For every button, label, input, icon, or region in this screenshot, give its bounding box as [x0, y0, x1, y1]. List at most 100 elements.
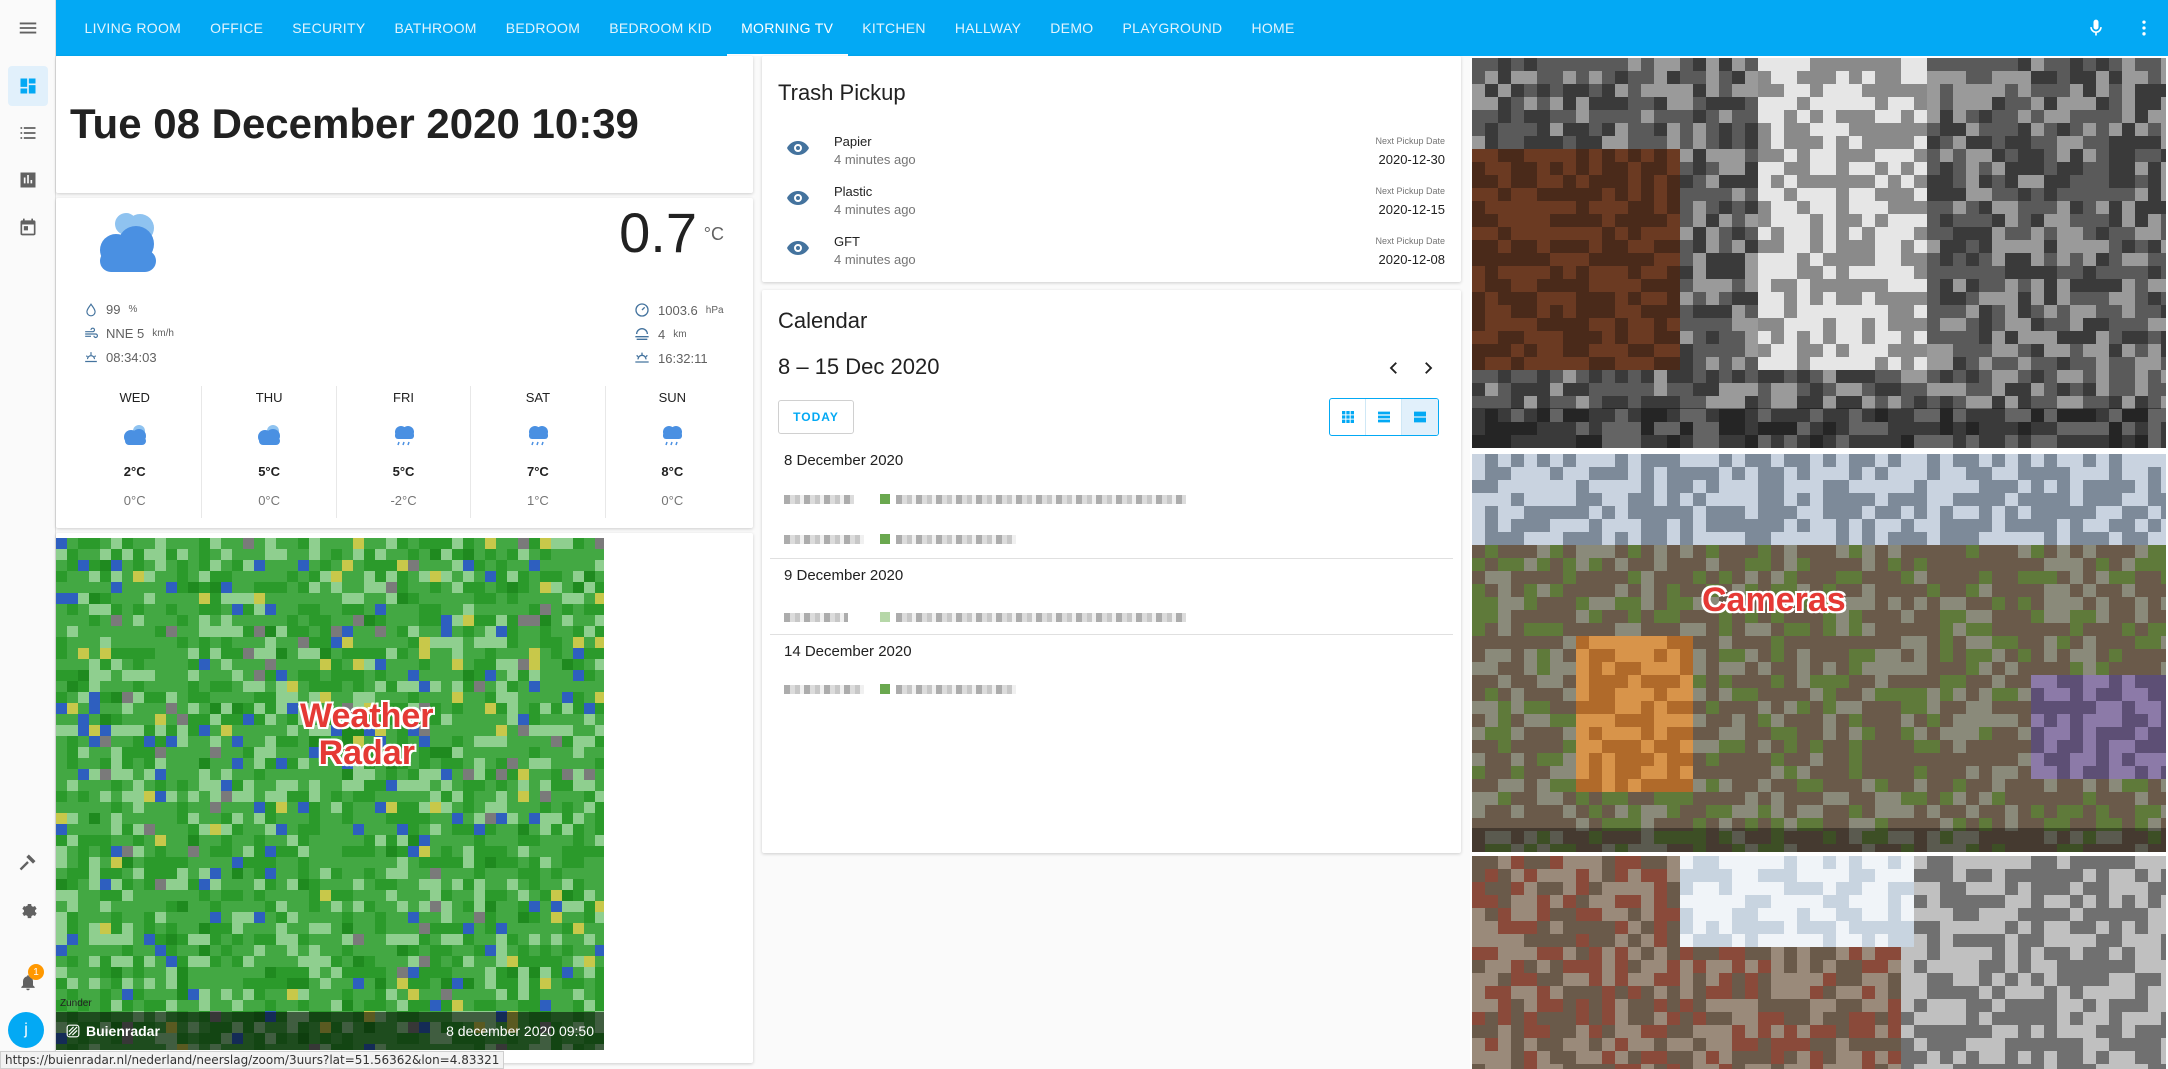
sunrise-value: 08:34:03 — [106, 350, 157, 365]
tab-hallway[interactable]: HALLWAY — [940, 0, 1035, 56]
trash-row[interactable]: GFT 4 minutes ago Next Pickup Date 2020-… — [778, 226, 1445, 274]
chevron-right-icon — [1425, 362, 1433, 374]
tab-demo[interactable]: DEMO — [1036, 0, 1108, 56]
agenda-view-icon — [1414, 411, 1426, 423]
eye-icon — [787, 241, 809, 255]
tab-office[interactable]: OFFICE — [196, 0, 278, 56]
forecast-high: 8°C — [661, 464, 684, 479]
calendar-event[interactable] — [784, 534, 1016, 544]
tab-home[interactable]: HOME — [1237, 0, 1309, 56]
event-title — [896, 534, 1016, 544]
sidebar-item-overview[interactable] — [8, 66, 48, 106]
sunset-icon — [635, 352, 649, 363]
wind-attr: NNE 5 km/h — [84, 326, 174, 341]
sidebar-item-notifications[interactable]: 1 — [8, 962, 48, 1002]
pressure-value: 1003.6 — [658, 302, 698, 318]
tab-morning-tv[interactable]: MORNING TV — [726, 0, 848, 56]
tab-playground[interactable]: PLAYGROUND — [1108, 0, 1237, 56]
sunrise-icon — [85, 351, 97, 362]
eye-icon — [787, 141, 809, 155]
camera-image — [1472, 454, 2166, 852]
forecast-low: 0°C — [123, 493, 146, 508]
forecast-low: 0°C — [258, 493, 281, 508]
clock-card: Tue 08 December 2020 10:39 — [56, 56, 753, 193]
wind-value: NNE 5 — [106, 326, 145, 341]
chart-icon — [20, 172, 36, 188]
next-button[interactable] — [1414, 354, 1442, 382]
visibility-value: 4 — [658, 326, 666, 342]
calendar-day-heading: 9 December 2020 — [784, 567, 904, 584]
list-view-button[interactable] — [1402, 399, 1438, 435]
trash-updated: 4 minutes ago — [834, 202, 916, 217]
camera-feed[interactable] — [1472, 58, 2166, 448]
hammer-icon — [19, 854, 36, 871]
sidebar-item-logbook[interactable] — [8, 113, 48, 153]
previous-button[interactable] — [1380, 354, 1408, 382]
forecast-day-name: THU — [255, 390, 283, 405]
camera-caption-bar — [1472, 828, 2166, 852]
view-tabs: LIVING ROOM OFFICE SECURITY BATHROOM BED… — [70, 0, 1309, 56]
camera-feed[interactable]: Cameras — [1472, 454, 2166, 852]
event-dot — [880, 612, 890, 622]
divider — [770, 634, 1453, 635]
user-avatar[interactable]: j — [8, 1012, 44, 1048]
weather-card[interactable]: 0.7 °C 99% NNE 5 km/h 08:34:03 1003.6 hPa … — [56, 198, 753, 528]
week-view-icon — [1377, 411, 1390, 423]
tab-bedroom[interactable]: BEDROOM — [491, 0, 594, 56]
today-button[interactable]: TODAY — [778, 400, 854, 434]
gauge-icon — [635, 303, 649, 317]
sidebar-item-calendar[interactable] — [8, 207, 48, 247]
overflow-menu-button[interactable] — [2120, 0, 2168, 56]
week-view-button[interactable] — [1366, 399, 1402, 435]
menu-button[interactable] — [0, 0, 56, 56]
top-app-bar: LIVING ROOM OFFICE SECURITY BATHROOM BED… — [0, 0, 2168, 56]
list-icon — [20, 127, 36, 139]
month-view-button[interactable] — [1330, 399, 1366, 435]
sunset-value: 16:32:11 — [658, 350, 708, 366]
forecast-high: 7°C — [527, 464, 549, 479]
forecast-low: 1°C — [527, 493, 549, 508]
event-title — [896, 612, 1186, 622]
event-time — [784, 494, 854, 504]
tab-bedroom-kid[interactable]: BEDROOM KID — [595, 0, 727, 56]
sidebar-item-settings[interactable] — [8, 889, 48, 929]
calendar-event[interactable] — [784, 612, 1186, 622]
forecast-day: SUN 8°C 0°C — [606, 386, 739, 518]
sidebar-item-developer-tools[interactable] — [8, 842, 48, 882]
trash-name: Papier — [834, 134, 872, 149]
calendar-event[interactable] — [784, 684, 1016, 694]
trash-updated: 4 minutes ago — [834, 252, 916, 267]
calendar-card: Calendar 8 – 15 Dec 2020 TODAY 8 Decembe… — [762, 290, 1461, 853]
rainy-icon — [663, 426, 683, 446]
trash-row[interactable]: Plastic 4 minutes ago Next Pickup Date 2… — [778, 176, 1445, 224]
camera-image — [1472, 58, 2166, 448]
wind-icon — [85, 327, 98, 338]
tab-kitchen[interactable]: KITCHEN — [848, 0, 941, 56]
voice-button[interactable] — [2072, 0, 2120, 56]
forecast-day-name: WED — [119, 390, 150, 405]
forecast-high: 5°C — [392, 464, 415, 479]
event-title — [896, 684, 1016, 694]
forecast-day-name: SUN — [658, 390, 687, 405]
camera-caption-bar — [1472, 408, 2166, 448]
trash-date: 2020-12-30 — [1378, 152, 1446, 167]
trash-row[interactable]: Papier 4 minutes ago Next Pickup Date 20… — [778, 126, 1445, 174]
map-place-label: Zunder — [60, 998, 92, 1009]
tab-living-room[interactable]: LIVING ROOM — [70, 0, 196, 56]
calendar-event[interactable] — [784, 494, 1186, 504]
forecast-day: FRI 5°C -2°C — [337, 386, 472, 518]
radar-footer: Buienradar 8 december 2020 09:50 — [56, 1012, 604, 1050]
weather-radar-map[interactable]: Weather Radar Zunder Buienradar 8 decemb… — [56, 538, 604, 1050]
camera-feed[interactable] — [1472, 856, 2166, 1069]
tab-bathroom[interactable]: BATHROOM — [380, 0, 491, 56]
grid-view-icon — [1341, 411, 1354, 423]
sidebar: 1 j — [0, 56, 56, 1069]
tab-security[interactable]: SECURITY — [278, 0, 380, 56]
sidebar-item-history[interactable] — [8, 160, 48, 200]
calendar-range: 8 – 15 Dec 2020 — [778, 354, 940, 379]
next-pickup-label: Next Pickup Date — [1375, 186, 1445, 196]
buienradar-logo[interactable]: Buienradar — [66, 1023, 160, 1039]
next-pickup-label: Next Pickup Date — [1375, 236, 1445, 246]
radar-card: Weather Radar Zunder Buienradar 8 decemb… — [56, 533, 753, 1063]
radar-timestamp: 8 december 2020 09:50 — [446, 1023, 594, 1039]
